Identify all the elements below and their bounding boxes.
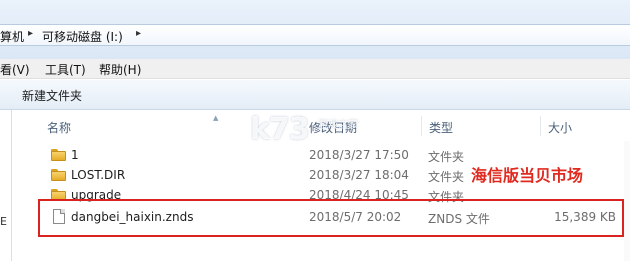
file-date: 2018/3/27 17:50: [309, 148, 409, 162]
nav-pane-label[interactable]: E: [0, 215, 7, 228]
menu-bar: 看(V) 工具(T) 帮助(H): [0, 59, 630, 79]
breadcrumb-separator-icon[interactable]: ▸: [136, 28, 141, 39]
file-name: LOST.DIR: [71, 168, 126, 182]
menu-help[interactable]: 帮助(H): [99, 61, 141, 78]
navigation-pane[interactable]: E: [0, 110, 12, 261]
watermark-subtitle: 游戏之家: [318, 120, 358, 131]
menu-tools[interactable]: 工具(T): [45, 61, 86, 78]
new-folder-button[interactable]: 新建文件夹: [22, 87, 82, 104]
folder-icon: [51, 169, 66, 181]
column-size[interactable]: 大小: [548, 119, 572, 136]
watermark-logo: k73: [250, 112, 310, 147]
breadcrumb-separator-icon[interactable]: ▸: [28, 28, 33, 39]
file-type: 文件夹: [428, 150, 465, 164]
address-bar[interactable]: 算机 ▸ 可移动磁盘 (I:) ▸: [0, 24, 630, 46]
sort-up-icon: ▲: [213, 114, 219, 122]
menu-view[interactable]: 看(V): [0, 61, 30, 78]
file-name: 1: [71, 148, 79, 162]
command-toolbar: 新建文件夹: [0, 80, 630, 110]
folder-icon: [51, 149, 66, 161]
breadcrumb-removable-disk[interactable]: 可移动磁盘 (I:): [42, 28, 123, 45]
breadcrumb-computer[interactable]: 算机: [0, 28, 24, 45]
file-type: 文件夹: [428, 170, 465, 184]
file-date: 2018/3/27 18:04: [309, 168, 409, 182]
annotation-text: 海信版当贝市场: [471, 166, 584, 185]
address-bar-area: 算机 ▸ 可移动磁盘 (I:) ▸: [0, 0, 630, 59]
column-type[interactable]: 类型: [429, 119, 453, 136]
highlight-frame: [38, 199, 624, 237]
vertical-scrollbar[interactable]: [624, 141, 630, 261]
column-name[interactable]: 名称: [47, 119, 71, 136]
column-divider[interactable]: [540, 116, 541, 136]
column-divider[interactable]: [421, 116, 422, 136]
